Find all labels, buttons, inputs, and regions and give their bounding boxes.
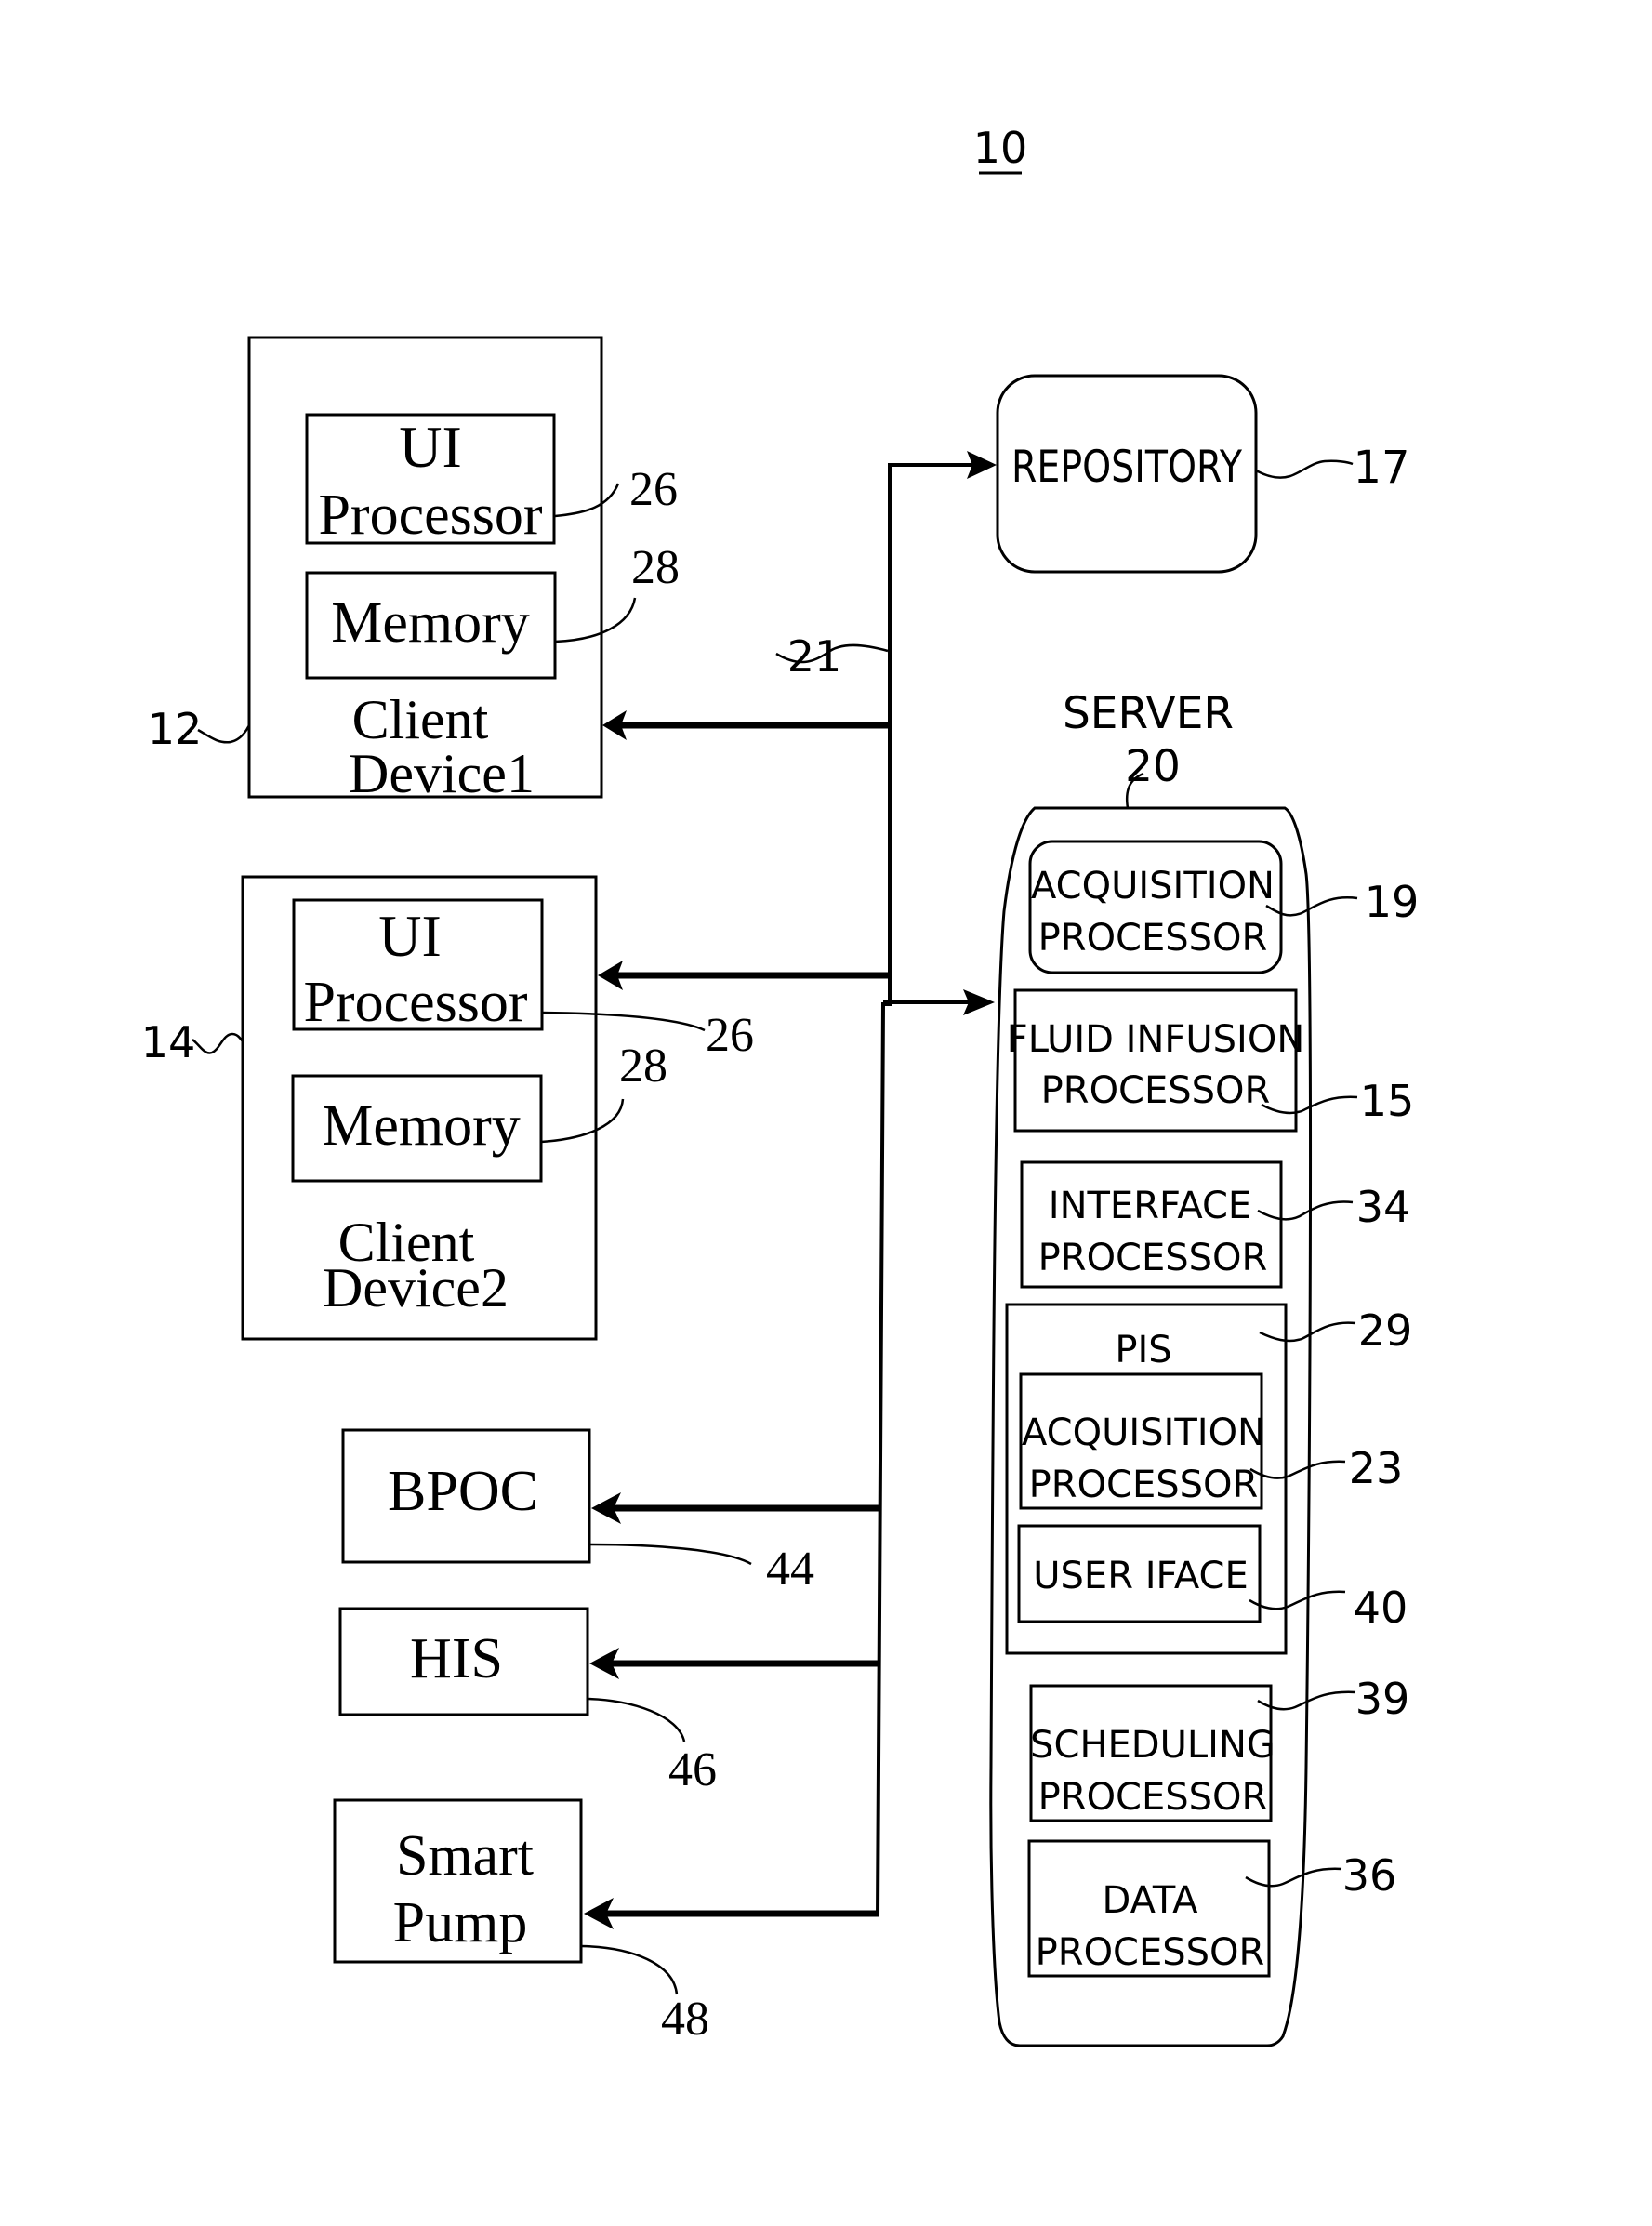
scheduling-processor-ref-label: 39 (1355, 1674, 1410, 1724)
acquisition-processor-line1: ACQUISITION (1031, 865, 1275, 908)
client-device-1-ref-label: 12 (148, 704, 203, 754)
client-device-2-leader (192, 1032, 244, 1054)
interface-processor-ref-label: 34 (1356, 1182, 1411, 1232)
client-device-1-leader (197, 724, 251, 744)
repository-ref-label: 17 (1353, 442, 1409, 494)
smart-pump-label-line1: Smart (396, 1824, 534, 1888)
arrow-to-his (589, 1648, 880, 1679)
repository: REPOSITORY 17 (996, 374, 1410, 574)
arrow-to-client-device-2 (598, 961, 888, 990)
pis-acquisition-processor-line1: ACQUISITION (1022, 1411, 1265, 1454)
client-device-2-title-line2: Device2 (323, 1257, 509, 1318)
ui-processor-label-line2: Processor (318, 484, 542, 547)
ui-processor-ref-label: 26 (706, 1009, 754, 1062)
interface-processor-line2: PROCESSOR (1038, 1237, 1268, 1279)
scheduling-processor-line1: SCHEDULING (1030, 1724, 1275, 1767)
pis-ref-label: 29 (1358, 1305, 1413, 1356)
arrow-to-client-device-1 (602, 710, 890, 740)
arrow-to-bpoc (591, 1492, 881, 1524)
arrow-to-server (883, 989, 995, 1015)
ui-processor-label-line2: Processor (303, 971, 527, 1034)
server-title: SERVER (1063, 688, 1234, 739)
acquisition-processor-line2: PROCESSOR (1038, 917, 1268, 960)
bpoc-ref-label: 44 (766, 1543, 814, 1596)
pis-acquisition-processor-line2: PROCESSOR (1029, 1464, 1259, 1506)
client-device-1-title-line1: Client (352, 689, 489, 750)
ui-processor-ref-label: 26 (629, 463, 678, 516)
interface-processor-line1: INTERFACE (1049, 1185, 1251, 1227)
server-ref-label: 20 (1125, 741, 1181, 792)
user-iface-label: USER IFACE (1033, 1555, 1248, 1597)
pis-title: PIS (1115, 1329, 1171, 1371)
smart-pump-leader (580, 1944, 679, 1995)
scheduling-processor-line2: PROCESSOR (1038, 1776, 1268, 1819)
data-processor-ref-label: 36 (1342, 1850, 1397, 1901)
pis-acquisition-processor-ref-label: 23 (1349, 1443, 1404, 1493)
bus-ref-label: 21 (787, 631, 842, 682)
figure-number-label: 10 (973, 123, 1028, 173)
bus-line (876, 463, 993, 1917)
memory-ref-label: 28 (619, 1040, 667, 1093)
client-device-2-ref-label: 14 (141, 1017, 196, 1067)
user-iface-ref-label: 40 (1354, 1583, 1408, 1633)
memory-label: Memory (322, 1094, 521, 1158)
fluid-infusion-processor-line2: PROCESSOR (1041, 1069, 1271, 1112)
his-label: HIS (410, 1627, 503, 1690)
data-processor-line2: PROCESSOR (1036, 1931, 1265, 1974)
smart-pump-system: Smart Pump 48 (333, 1798, 709, 2046)
ui-processor-label-line1: UI (399, 414, 462, 480)
client-device-1: UI Processor Memory Client Device1 12 26… (148, 336, 680, 804)
client-device-2: UI Processor Memory Client Device2 14 26… (141, 875, 754, 1341)
memory-ref-label: 28 (631, 541, 680, 594)
fluid-infusion-processor-line1: FLUID INFUSION (1007, 1018, 1305, 1061)
repository-label: REPOSITORY (1011, 442, 1242, 493)
data-processor-line1: DATA (1102, 1879, 1198, 1922)
acquisition-processor-ref-label: 19 (1365, 877, 1420, 927)
bpoc-system: BPOC 44 (341, 1428, 814, 1596)
repository-leader (1255, 459, 1354, 479)
arrow-to-smart-pump (584, 1898, 879, 1929)
client-device-1-title-line2: Device1 (349, 743, 535, 804)
arrow-to-repository (890, 451, 997, 479)
his-leader (587, 1697, 686, 1742)
his-ref-label: 46 (668, 1743, 717, 1796)
his-system: HIS 46 (338, 1607, 717, 1796)
smart-pump-label-line2: Pump (393, 1891, 528, 1954)
bpoc-leader (588, 1543, 752, 1566)
communication-bus: 21 (775, 463, 993, 1917)
ui-processor-label-line1: UI (378, 903, 442, 969)
system-block-diagram: 10 21 UI Processor Memory Client Device1… (141, 123, 1420, 2047)
fluid-infusion-processor-ref-label: 15 (1360, 1076, 1415, 1126)
figure-numeral: 10 (973, 123, 1028, 175)
bpoc-label: BPOC (388, 1460, 538, 1523)
server: SERVER 20 ACQUISITION PROCESSOR 19 FLUID… (989, 688, 1420, 2047)
memory-label: Memory (331, 591, 530, 655)
smart-pump-ref-label: 48 (661, 1993, 709, 2046)
